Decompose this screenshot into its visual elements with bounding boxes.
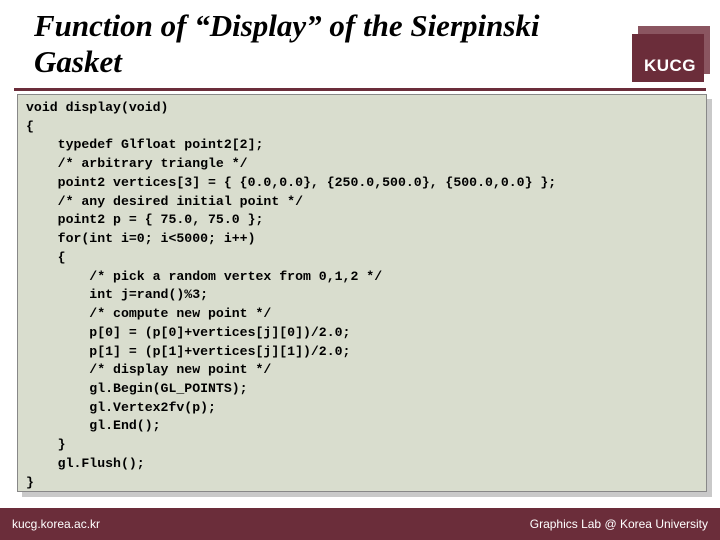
footer-credit: Graphics Lab @ Korea University (530, 517, 708, 531)
code-block: void display(void) { typedef Glfloat poi… (17, 94, 707, 492)
title-divider (14, 88, 706, 91)
footer-bar: kucg.korea.ac.kr Graphics Lab @ Korea Un… (0, 508, 720, 540)
logo-text: KUCG (644, 56, 696, 76)
logo-badge: KUCG (632, 34, 704, 82)
slide-title: Function of “Display” of the Sierpinski … (34, 8, 574, 79)
title-bar: Function of “Display” of the Sierpinski … (0, 0, 720, 88)
footer-url: kucg.korea.ac.kr (12, 517, 100, 531)
slide: Function of “Display” of the Sierpinski … (0, 0, 720, 540)
